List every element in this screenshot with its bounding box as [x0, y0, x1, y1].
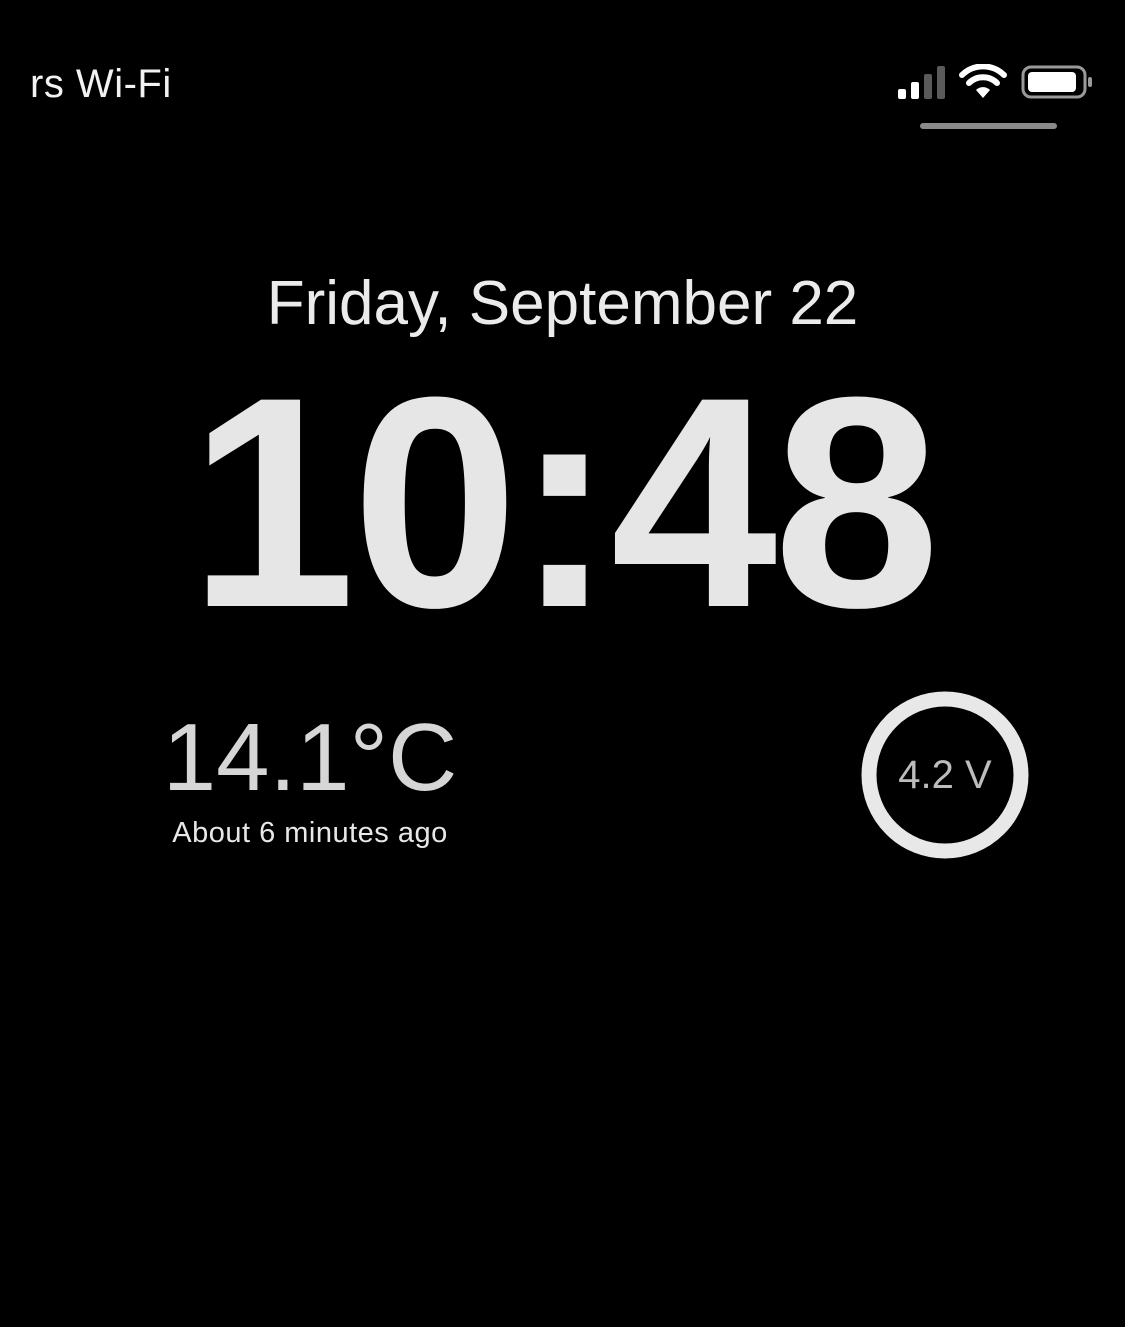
- temperature-updated-time: About 6 minutes ago: [172, 816, 448, 849]
- home-indicator: [920, 123, 1057, 129]
- temperature-widget[interactable]: 14.1°C About 6 minutes ago: [150, 705, 470, 850]
- temperature-value: 14.1°C: [162, 704, 458, 811]
- voltage-widget[interactable]: 4.2 V: [858, 688, 1032, 862]
- signal-bar: [911, 82, 919, 99]
- status-bar: rs Wi-Fi: [0, 0, 1125, 140]
- battery-icon: [1021, 65, 1092, 99]
- lock-screen-clock: 10:48: [188, 334, 940, 670]
- signal-bar: [898, 89, 906, 99]
- carrier-label: rs Wi-Fi: [30, 62, 172, 106]
- signal-bar: [937, 66, 945, 99]
- voltage-value: 4.2 V: [898, 752, 992, 797]
- lock-screen-date: Friday, September 22: [266, 269, 859, 338]
- status-icons: [898, 64, 1093, 100]
- signal-bar: [924, 74, 932, 99]
- cellular-signal-icon: [898, 65, 945, 99]
- wifi-icon: [959, 64, 1007, 98]
